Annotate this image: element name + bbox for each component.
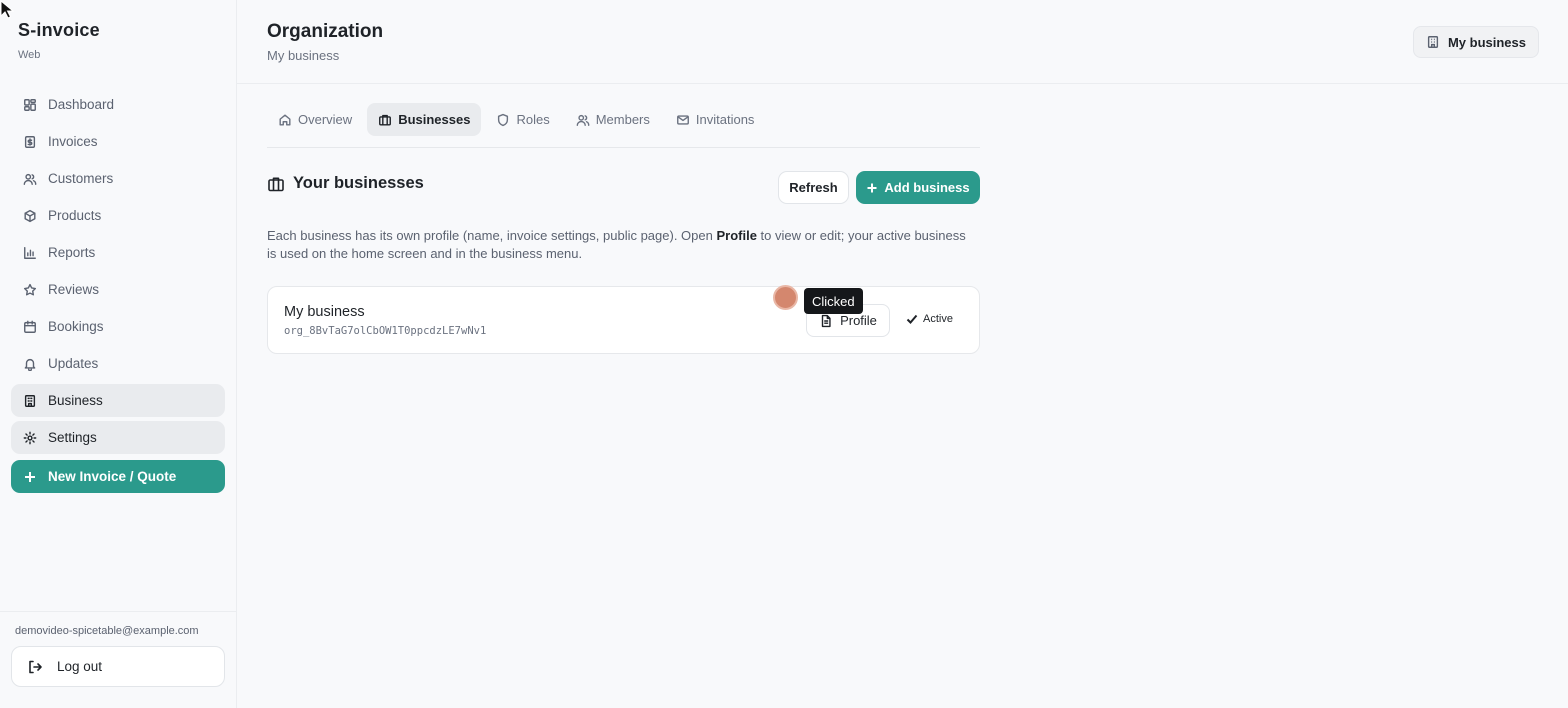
- sidebar-item-label: Business: [48, 393, 103, 408]
- tab-label: Businesses: [398, 112, 471, 127]
- sidebar-item-settings[interactable]: Settings: [11, 421, 225, 454]
- page-subtitle: My business: [267, 48, 340, 63]
- sidebar-item-label: Bookings: [48, 319, 104, 334]
- logout-icon: [27, 659, 43, 675]
- sidebar-item-label: Products: [48, 208, 102, 223]
- tab-businesses[interactable]: Businesses: [367, 103, 482, 136]
- user-email: demovideo-spicetable@example.com: [15, 625, 199, 637]
- document-icon: [819, 314, 833, 328]
- check-icon: [906, 313, 918, 325]
- sidebar-footer: demovideo-spicetable@example.com Log out: [0, 611, 236, 708]
- sidebar-item-label: Invoices: [48, 134, 98, 149]
- building-icon: [1426, 35, 1440, 49]
- sidebar-item-label: Settings: [48, 430, 97, 445]
- shield-icon: [496, 113, 510, 127]
- sidebar-item-bookings[interactable]: Bookings: [11, 310, 225, 343]
- business-switcher-button[interactable]: My business: [1412, 26, 1539, 58]
- building-icon: [23, 394, 37, 408]
- plus-icon: [23, 470, 37, 484]
- active-label: Active: [923, 313, 953, 325]
- bar-chart-icon: [23, 246, 37, 260]
- brand: S-invoice Web: [18, 20, 100, 61]
- tab-label: Overview: [298, 112, 353, 127]
- new-invoice-quote-button[interactable]: New Invoice / Quote: [11, 460, 225, 493]
- business-name: My business: [284, 304, 365, 320]
- sidebar: S-invoice Web Dashboard Invoices Custome…: [0, 0, 237, 708]
- sidebar-item-customers[interactable]: Customers: [11, 162, 225, 195]
- sidebar-item-dashboard[interactable]: Dashboard: [11, 88, 225, 121]
- logout-label: Log out: [57, 659, 103, 674]
- section-title: Your businesses: [293, 174, 424, 192]
- organization-tabs: Overview Businesses Roles Members Invita…: [267, 103, 980, 148]
- page-title: Organization: [267, 21, 384, 42]
- active-status-badge: Active: [906, 313, 953, 325]
- page-header: Organization My business My business: [237, 0, 1568, 84]
- briefcase-icon: [267, 175, 285, 193]
- description-text: Each business has its own profile (name,…: [267, 228, 717, 243]
- sidebar-item-label: Updates: [48, 356, 99, 371]
- tab-members[interactable]: Members: [565, 103, 661, 136]
- sidebar-item-label: Customers: [48, 171, 114, 186]
- plus-icon: [866, 182, 878, 194]
- sidebar-item-label: Reviews: [48, 282, 100, 297]
- home-icon: [278, 113, 292, 127]
- sidebar-item-business[interactable]: Business: [11, 384, 225, 417]
- section-header: Your businesses: [267, 174, 424, 193]
- new-invoice-label: New Invoice / Quote: [48, 469, 177, 484]
- sidebar-item-products[interactable]: Products: [11, 199, 225, 232]
- sidebar-nav: Dashboard Invoices Customers Products Re…: [11, 88, 225, 458]
- sidebar-item-invoices[interactable]: Invoices: [11, 125, 225, 158]
- business-switcher-label: My business: [1447, 34, 1526, 50]
- calendar-icon: [23, 320, 37, 334]
- tab-invitations[interactable]: Invitations: [665, 103, 766, 136]
- sidebar-item-updates[interactable]: Updates: [11, 347, 225, 380]
- mouse-pointer-icon: [0, 0, 14, 19]
- app-name: S-invoice: [18, 20, 100, 40]
- tab-overview[interactable]: Overview: [267, 103, 363, 136]
- sidebar-item-label: Dashboard: [48, 97, 115, 112]
- click-marker: [773, 285, 798, 310]
- business-id: org_8BvTaG7olCbOW1T0ppcdzLE7wNv1: [284, 325, 487, 337]
- invoice-icon: [23, 135, 37, 149]
- bell-icon: [23, 357, 37, 371]
- sidebar-item-reviews[interactable]: Reviews: [11, 273, 225, 306]
- description-profile-emphasis: Profile: [716, 228, 757, 243]
- sidebar-item-reports[interactable]: Reports: [11, 236, 225, 269]
- box-icon: [23, 209, 37, 223]
- sidebar-item-label: Reports: [48, 245, 96, 260]
- profile-label: Profile: [840, 313, 877, 328]
- star-icon: [23, 283, 37, 297]
- add-business-label: Add business: [884, 180, 970, 195]
- gear-icon: [23, 431, 37, 445]
- tab-label: Members: [595, 112, 650, 127]
- tab-label: Roles: [516, 112, 550, 127]
- business-card: My business org_8BvTaG7olCbOW1T0ppcdzLE7…: [267, 286, 980, 354]
- tab-label: Invitations: [695, 112, 755, 127]
- refresh-button[interactable]: Refresh: [778, 171, 849, 204]
- briefcase-icon: [378, 113, 392, 127]
- mail-icon: [676, 113, 690, 127]
- tab-roles[interactable]: Roles: [485, 103, 560, 136]
- add-business-button[interactable]: Add business: [856, 171, 980, 204]
- dashboard-icon: [23, 98, 37, 112]
- clicked-tooltip: Clicked: [804, 288, 863, 314]
- customers-icon: [23, 172, 37, 186]
- logout-button[interactable]: Log out: [11, 646, 225, 687]
- users-icon: [576, 113, 590, 127]
- app-platform: Web: [18, 49, 41, 61]
- section-description: Each business has its own profile (name,…: [267, 227, 967, 263]
